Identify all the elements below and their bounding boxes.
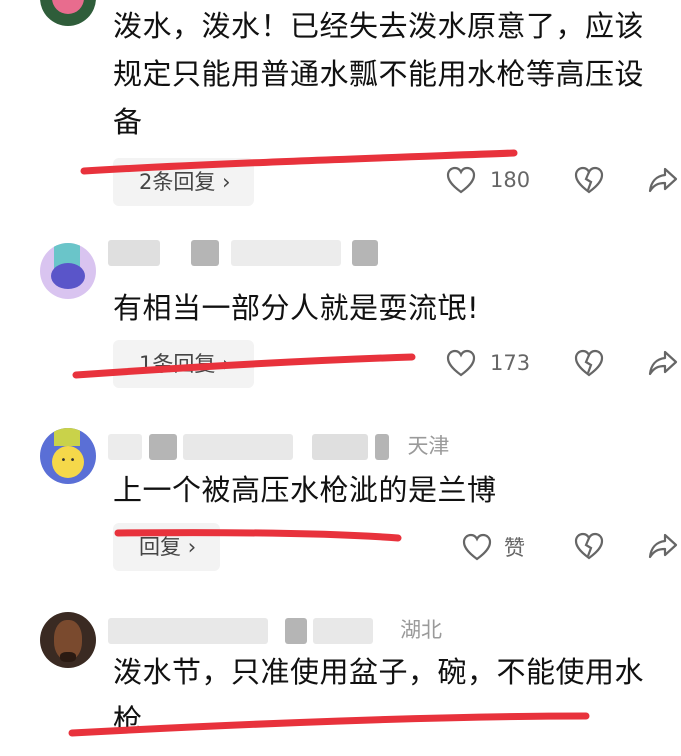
username-redacted	[148, 434, 177, 460]
username-redacted	[108, 434, 142, 460]
username-redacted	[352, 240, 379, 266]
chevron-right-icon: ›	[222, 170, 231, 194]
reply-button[interactable]: 回复 ›	[113, 523, 221, 571]
comment-text: 泼水节，只准使用盆子，碗，不能使用水枪	[113, 655, 645, 737]
like-count: 180	[490, 168, 531, 192]
share-button[interactable]	[648, 166, 678, 194]
avatar[interactable]	[40, 0, 96, 26]
heart-outline-icon	[446, 166, 476, 194]
heart-outline-icon	[446, 349, 476, 377]
avatar[interactable]: • •	[40, 428, 96, 484]
view-replies-button[interactable]: 1条回复 ›	[113, 340, 255, 388]
reply-label: 回复	[139, 535, 181, 559]
like-count: 173	[490, 351, 531, 375]
username-redacted	[108, 618, 268, 644]
comment-text: 泼水，泼水！已经失去泼水原意了，应该规定只能用普通水瓢不能用水枪等高压设备	[113, 9, 645, 139]
username-redacted	[183, 434, 294, 460]
comment-meta: 天津	[108, 430, 449, 460]
comment-text: 上一个被高压水枪泚的是兰博	[113, 473, 497, 507]
view-replies-button[interactable]: 2条回复 ›	[113, 158, 255, 206]
dislike-button[interactable]	[574, 349, 604, 377]
chevron-right-icon: ›	[222, 352, 231, 376]
broken-heart-icon	[574, 532, 604, 560]
broken-heart-icon	[574, 349, 604, 377]
heart-outline-icon	[462, 533, 492, 561]
comment-meta	[108, 240, 379, 266]
dislike-button[interactable]	[574, 166, 604, 194]
like-count: 赞	[504, 536, 525, 560]
share-button[interactable]	[648, 532, 678, 560]
broken-heart-icon	[574, 166, 604, 194]
like-button[interactable]: 173	[446, 349, 530, 377]
like-button[interactable]: 赞	[462, 532, 525, 562]
username-redacted	[374, 434, 389, 460]
share-arrow-icon	[648, 533, 678, 559]
reply-count-label: 1条回复	[139, 352, 216, 376]
username-redacted	[313, 618, 374, 644]
username-redacted	[190, 240, 219, 266]
share-arrow-icon	[648, 350, 678, 376]
dislike-button[interactable]	[574, 532, 604, 560]
username-redacted	[231, 240, 342, 266]
username-redacted	[312, 434, 369, 460]
avatar[interactable]	[40, 612, 96, 668]
comment-text: 有相当一部分人就是耍流氓!	[113, 291, 480, 325]
avatar[interactable]	[40, 243, 96, 299]
reply-count-label: 2条回复	[139, 170, 216, 194]
comment-meta: 湖北	[108, 614, 442, 644]
share-arrow-icon	[648, 167, 678, 193]
chevron-right-icon: ›	[187, 535, 197, 559]
username-redacted	[108, 240, 160, 266]
like-button[interactable]: 180	[446, 166, 530, 194]
username-redacted	[284, 618, 307, 644]
location-label: 湖北	[400, 618, 443, 642]
share-button[interactable]	[648, 349, 678, 377]
location-label: 天津	[407, 434, 450, 458]
